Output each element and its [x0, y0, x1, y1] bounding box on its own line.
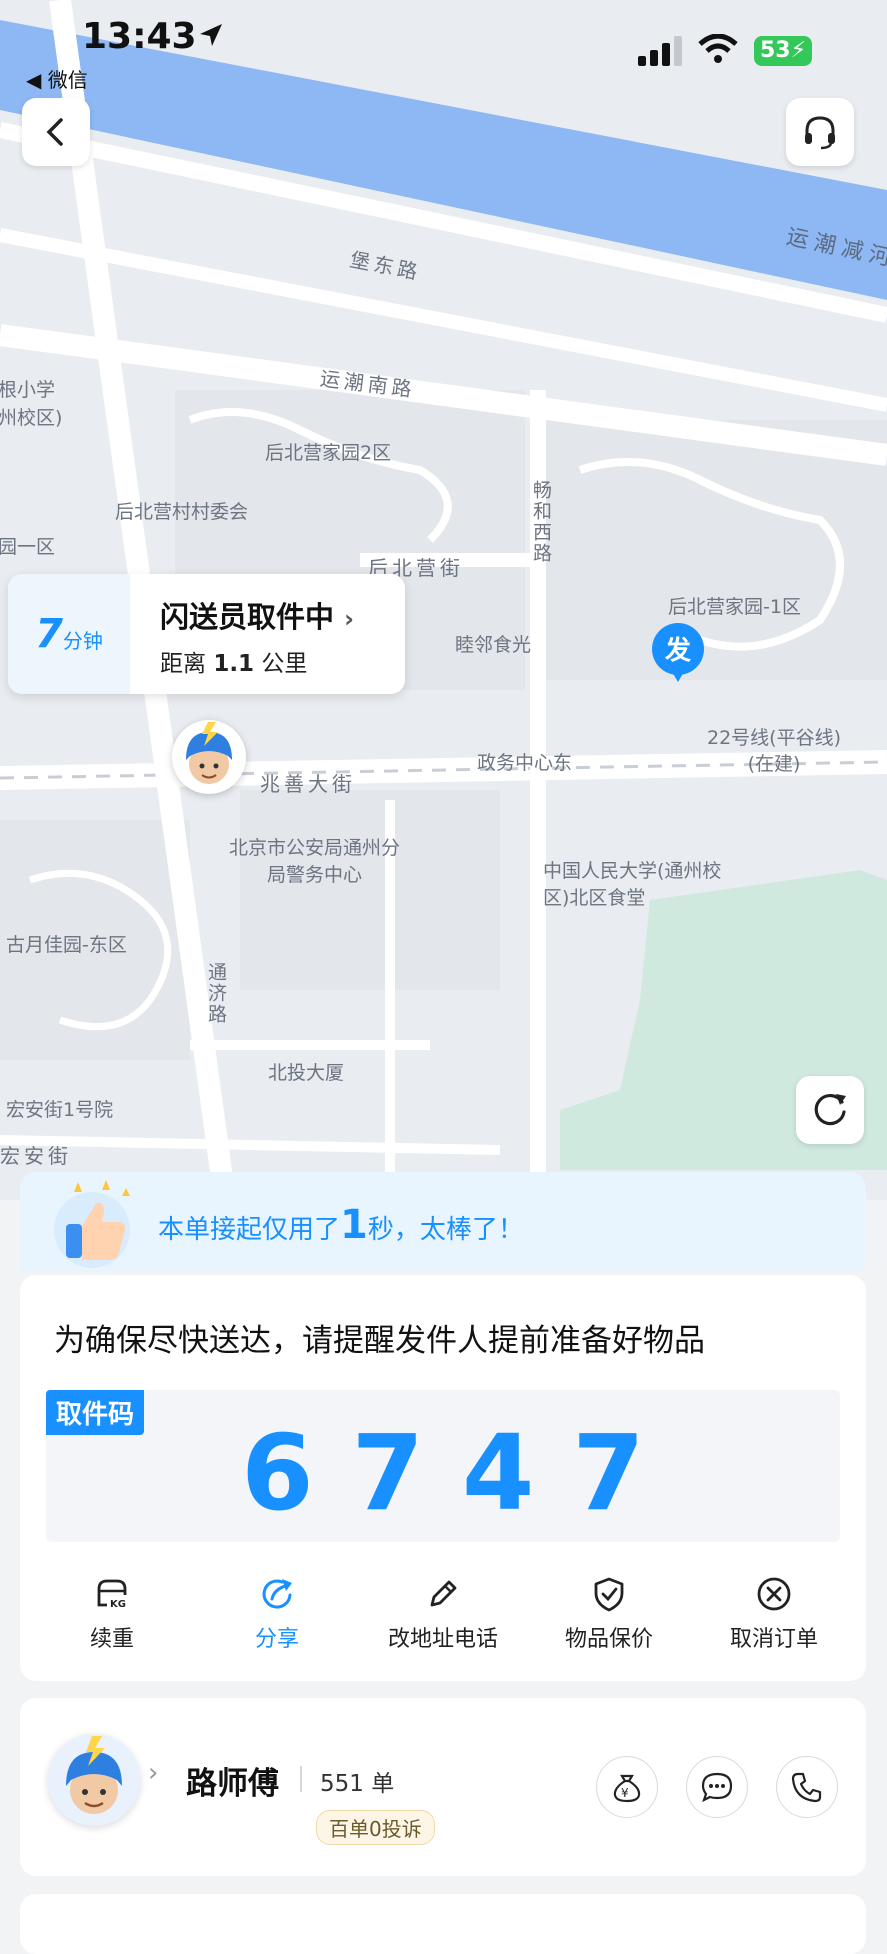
action-label: 物品保价 [564, 1627, 653, 1652]
courier-orders: 551 单 [320, 1764, 394, 1798]
map-label: 畅和西路 [530, 480, 552, 564]
chevron-left-icon [46, 118, 63, 146]
map-label: 中国人民大学(通州校区)北区食堂 [543, 860, 722, 909]
status-time: 13:43 [82, 16, 197, 57]
sender-pin-label: 发 [664, 636, 691, 666]
courier-name: 路师傅 [186, 1766, 279, 1802]
map-label: 根小学 [0, 379, 56, 401]
pickup-code-box: 取件码 6747 [46, 1390, 840, 1542]
map-label: 宏安街1号院 [6, 1099, 114, 1121]
courier-order-count: 551 [320, 1771, 364, 1797]
back-app-label: 微信 [47, 68, 88, 92]
action-label: 取消订单 [729, 1627, 818, 1652]
weight-box-icon: KG [97, 1579, 129, 1610]
action-label: 改地址电话 [387, 1627, 498, 1652]
eta-card[interactable]: 7 分钟 闪送员取件中 › 距离 1.1 公里 [8, 574, 405, 694]
shield-check-icon [594, 1577, 624, 1612]
battery-level: 53 [760, 38, 791, 63]
cancel-circle-icon [757, 1577, 791, 1611]
refresh-icon [814, 1094, 846, 1126]
divider [300, 1766, 302, 1792]
message-button[interactable] [686, 1756, 748, 1818]
map-label: 古月佳园-东区 [6, 934, 127, 956]
signal-icon [638, 36, 682, 66]
distance-prefix: 距离 [160, 651, 206, 677]
distance-value: 1.1 [213, 651, 255, 677]
map-label: 北京市公安局通州分局警务中心 [228, 837, 400, 886]
battery-indicator: 53⚡ [754, 36, 812, 66]
complaints-badge: 百单0投诉 [316, 1810, 435, 1845]
map-label: 通济路 [205, 962, 227, 1025]
share-icon [262, 1579, 292, 1609]
action-cancel-order[interactable]: 取消订单 [704, 1575, 844, 1653]
praise-banner: 本单接起仅用了1秒，太棒了！ [20, 1172, 866, 1272]
customer-service-button[interactable] [786, 98, 854, 166]
action-edit-address[interactable]: 改地址电话 [373, 1575, 513, 1653]
courier-map-marker[interactable] [172, 720, 246, 794]
courier-avatar-icon [186, 722, 232, 784]
eta-time: 7 分钟 [8, 574, 130, 694]
chat-bubble-icon [701, 1772, 733, 1803]
wifi-icon [698, 34, 738, 63]
courier-card: › 路师傅 551 单 百单0投诉 ¥ [20, 1698, 866, 1876]
map-label: 政务中心东 [477, 752, 573, 774]
back-to-app[interactable]: ◀ 微信 [26, 64, 88, 93]
phone-icon [791, 1772, 822, 1803]
map-label: 兆善大街 [260, 772, 356, 796]
map-label: 22号线(平谷线)(在建) [706, 727, 841, 775]
call-button[interactable] [776, 1756, 838, 1818]
map-label: 园一区 [0, 536, 56, 558]
map-label: 后北营村村委会 [115, 501, 249, 523]
svg-text:¥: ¥ [621, 1786, 629, 1800]
map-label: 后北营家园-1区 [668, 596, 801, 618]
courier-avatar[interactable] [48, 1734, 140, 1826]
action-extra-weight[interactable]: KG 续重 [42, 1575, 182, 1653]
eta-unit: 分钟 [62, 628, 103, 653]
refresh-button[interactable] [796, 1076, 864, 1144]
reminder-text: 为确保尽快送达，请提醒发件人提前准备好物品 [54, 1323, 705, 1359]
chevron-right-icon: › [344, 605, 355, 633]
back-button[interactable] [22, 98, 90, 166]
courier-order-unit: 单 [371, 1771, 395, 1797]
svg-text:KG: KG [110, 1599, 126, 1610]
map-label: 后北营家园2区 [265, 442, 392, 464]
tip-button[interactable]: ¥ [596, 1756, 658, 1818]
distance-unit: 公里 [261, 651, 308, 677]
map-label: 睦邻食光 [455, 634, 532, 656]
praise-text-after: 秒，太棒了！ [367, 1215, 524, 1245]
eta-minutes: 7 [35, 611, 63, 657]
sender-location-pin[interactable]: 发 [651, 622, 705, 684]
location-arrow-icon [200, 24, 222, 46]
money-bag-icon: ¥ [613, 1774, 641, 1803]
headset-icon [805, 116, 835, 150]
eta-status: 闪送员取件中 [160, 600, 335, 634]
pencil-icon [430, 1580, 457, 1607]
courier-avatar-icon [66, 1736, 122, 1814]
praise-seconds: 1 [340, 1202, 368, 1248]
action-label: 续重 [89, 1627, 134, 1652]
thumbs-up-icon [54, 1180, 130, 1268]
action-label: 分享 [254, 1627, 299, 1652]
map-label: 宏安街 [0, 1144, 72, 1168]
map-label: 州校区) [0, 407, 63, 429]
praise-text-before: 本单接起仅用了 [158, 1215, 341, 1245]
map-label: 北投大厦 [268, 1062, 345, 1084]
chevron-right-icon: › [148, 1758, 159, 1788]
next-card [20, 1894, 866, 1954]
action-share[interactable]: 分享 [207, 1575, 347, 1653]
pickup-code: 6747 [241, 1412, 683, 1534]
action-insurance[interactable]: 物品保价 [539, 1575, 679, 1653]
